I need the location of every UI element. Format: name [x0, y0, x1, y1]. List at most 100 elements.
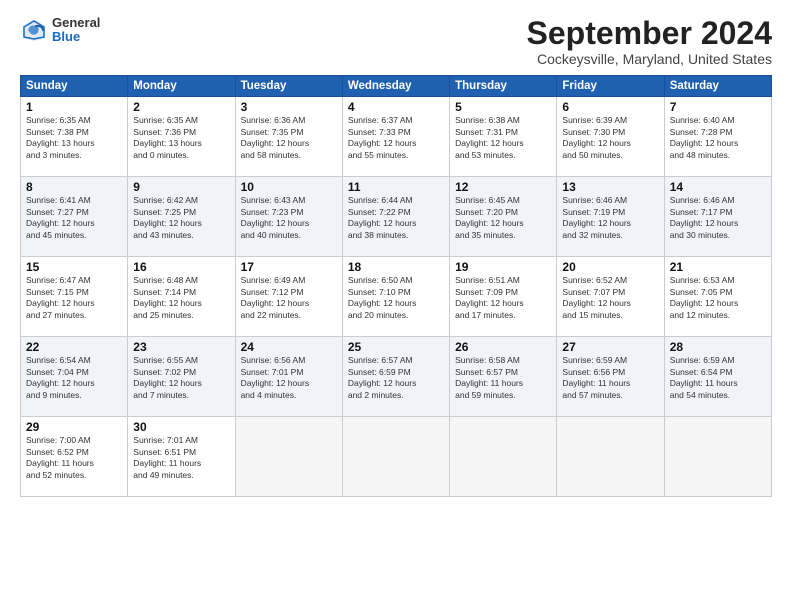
day-info: Sunrise: 6:54 AMSunset: 7:04 PMDaylight:… — [26, 355, 122, 401]
title-block: September 2024 Cockeysville, Maryland, U… — [527, 16, 772, 67]
table-row: 10Sunrise: 6:43 AMSunset: 7:23 PMDayligh… — [235, 177, 342, 257]
day-number: 2 — [133, 100, 229, 114]
day-info: Sunrise: 6:35 AMSunset: 7:36 PMDaylight:… — [133, 115, 229, 161]
table-row: 6Sunrise: 6:39 AMSunset: 7:30 PMDaylight… — [557, 97, 664, 177]
day-info: Sunrise: 6:48 AMSunset: 7:14 PMDaylight:… — [133, 275, 229, 321]
day-number: 20 — [562, 260, 658, 274]
day-number: 11 — [348, 180, 444, 194]
day-number: 22 — [26, 340, 122, 354]
table-row: 26Sunrise: 6:58 AMSunset: 6:57 PMDayligh… — [450, 337, 557, 417]
day-number: 24 — [241, 340, 337, 354]
day-info: Sunrise: 6:52 AMSunset: 7:07 PMDaylight:… — [562, 275, 658, 321]
calendar-row: 15Sunrise: 6:47 AMSunset: 7:15 PMDayligh… — [21, 257, 772, 337]
logo: General Blue — [20, 16, 100, 45]
day-info: Sunrise: 6:51 AMSunset: 7:09 PMDaylight:… — [455, 275, 551, 321]
day-number: 6 — [562, 100, 658, 114]
table-row: 25Sunrise: 6:57 AMSunset: 6:59 PMDayligh… — [342, 337, 449, 417]
day-number: 28 — [670, 340, 766, 354]
table-row — [557, 417, 664, 497]
table-row: 8Sunrise: 6:41 AMSunset: 7:27 PMDaylight… — [21, 177, 128, 257]
day-info: Sunrise: 6:50 AMSunset: 7:10 PMDaylight:… — [348, 275, 444, 321]
day-number: 25 — [348, 340, 444, 354]
table-row: 9Sunrise: 6:42 AMSunset: 7:25 PMDaylight… — [128, 177, 235, 257]
calendar-row: 1Sunrise: 6:35 AMSunset: 7:38 PMDaylight… — [21, 97, 772, 177]
table-row: 13Sunrise: 6:46 AMSunset: 7:19 PMDayligh… — [557, 177, 664, 257]
day-info: Sunrise: 6:38 AMSunset: 7:31 PMDaylight:… — [455, 115, 551, 161]
table-row: 2Sunrise: 6:35 AMSunset: 7:36 PMDaylight… — [128, 97, 235, 177]
day-info: Sunrise: 6:41 AMSunset: 7:27 PMDaylight:… — [26, 195, 122, 241]
logo-icon — [20, 16, 48, 44]
table-row: 3Sunrise: 6:36 AMSunset: 7:35 PMDaylight… — [235, 97, 342, 177]
day-number: 15 — [26, 260, 122, 274]
day-number: 1 — [26, 100, 122, 114]
month-title: September 2024 — [527, 16, 772, 51]
day-info: Sunrise: 6:56 AMSunset: 7:01 PMDaylight:… — [241, 355, 337, 401]
day-number: 16 — [133, 260, 229, 274]
table-row: 30Sunrise: 7:01 AMSunset: 6:51 PMDayligh… — [128, 417, 235, 497]
table-row: 11Sunrise: 6:44 AMSunset: 7:22 PMDayligh… — [342, 177, 449, 257]
day-number: 12 — [455, 180, 551, 194]
day-info: Sunrise: 6:43 AMSunset: 7:23 PMDaylight:… — [241, 195, 337, 241]
header: General Blue September 2024 Cockeysville… — [20, 16, 772, 67]
table-row: 27Sunrise: 6:59 AMSunset: 6:56 PMDayligh… — [557, 337, 664, 417]
col-sunday: Sunday — [21, 76, 128, 97]
col-wednesday: Wednesday — [342, 76, 449, 97]
day-info: Sunrise: 6:46 AMSunset: 7:17 PMDaylight:… — [670, 195, 766, 241]
day-info: Sunrise: 6:55 AMSunset: 7:02 PMDaylight:… — [133, 355, 229, 401]
table-row: 22Sunrise: 6:54 AMSunset: 7:04 PMDayligh… — [21, 337, 128, 417]
table-row: 19Sunrise: 6:51 AMSunset: 7:09 PMDayligh… — [450, 257, 557, 337]
page: General Blue September 2024 Cockeysville… — [0, 0, 792, 612]
calendar-row: 22Sunrise: 6:54 AMSunset: 7:04 PMDayligh… — [21, 337, 772, 417]
day-info: Sunrise: 6:39 AMSunset: 7:30 PMDaylight:… — [562, 115, 658, 161]
day-info: Sunrise: 7:01 AMSunset: 6:51 PMDaylight:… — [133, 435, 229, 481]
day-number: 26 — [455, 340, 551, 354]
day-info: Sunrise: 6:40 AMSunset: 7:28 PMDaylight:… — [670, 115, 766, 161]
table-row: 28Sunrise: 6:59 AMSunset: 6:54 PMDayligh… — [664, 337, 771, 417]
day-number: 7 — [670, 100, 766, 114]
col-thursday: Thursday — [450, 76, 557, 97]
day-info: Sunrise: 6:36 AMSunset: 7:35 PMDaylight:… — [241, 115, 337, 161]
day-info: Sunrise: 6:47 AMSunset: 7:15 PMDaylight:… — [26, 275, 122, 321]
day-info: Sunrise: 6:49 AMSunset: 7:12 PMDaylight:… — [241, 275, 337, 321]
table-row: 5Sunrise: 6:38 AMSunset: 7:31 PMDaylight… — [450, 97, 557, 177]
day-number: 3 — [241, 100, 337, 114]
table-row — [235, 417, 342, 497]
calendar-table: Sunday Monday Tuesday Wednesday Thursday… — [20, 75, 772, 497]
day-number: 13 — [562, 180, 658, 194]
table-row: 20Sunrise: 6:52 AMSunset: 7:07 PMDayligh… — [557, 257, 664, 337]
table-row — [342, 417, 449, 497]
day-info: Sunrise: 6:46 AMSunset: 7:19 PMDaylight:… — [562, 195, 658, 241]
day-number: 23 — [133, 340, 229, 354]
table-row: 23Sunrise: 6:55 AMSunset: 7:02 PMDayligh… — [128, 337, 235, 417]
day-number: 14 — [670, 180, 766, 194]
day-number: 10 — [241, 180, 337, 194]
table-row: 24Sunrise: 6:56 AMSunset: 7:01 PMDayligh… — [235, 337, 342, 417]
table-row — [450, 417, 557, 497]
calendar-body: 1Sunrise: 6:35 AMSunset: 7:38 PMDaylight… — [21, 97, 772, 497]
table-row: 16Sunrise: 6:48 AMSunset: 7:14 PMDayligh… — [128, 257, 235, 337]
day-number: 8 — [26, 180, 122, 194]
location-title: Cockeysville, Maryland, United States — [527, 51, 772, 67]
day-info: Sunrise: 6:53 AMSunset: 7:05 PMDaylight:… — [670, 275, 766, 321]
table-row: 15Sunrise: 6:47 AMSunset: 7:15 PMDayligh… — [21, 257, 128, 337]
table-row: 21Sunrise: 6:53 AMSunset: 7:05 PMDayligh… — [664, 257, 771, 337]
day-number: 30 — [133, 420, 229, 434]
day-number: 29 — [26, 420, 122, 434]
day-number: 9 — [133, 180, 229, 194]
day-number: 17 — [241, 260, 337, 274]
day-info: Sunrise: 6:59 AMSunset: 6:56 PMDaylight:… — [562, 355, 658, 401]
table-row: 17Sunrise: 6:49 AMSunset: 7:12 PMDayligh… — [235, 257, 342, 337]
day-info: Sunrise: 6:59 AMSunset: 6:54 PMDaylight:… — [670, 355, 766, 401]
logo-blue-text: Blue — [52, 30, 100, 44]
day-number: 21 — [670, 260, 766, 274]
day-info: Sunrise: 6:35 AMSunset: 7:38 PMDaylight:… — [26, 115, 122, 161]
logo-text: General Blue — [52, 16, 100, 45]
calendar-row: 29Sunrise: 7:00 AMSunset: 6:52 PMDayligh… — [21, 417, 772, 497]
day-number: 19 — [455, 260, 551, 274]
day-info: Sunrise: 6:58 AMSunset: 6:57 PMDaylight:… — [455, 355, 551, 401]
day-info: Sunrise: 6:57 AMSunset: 6:59 PMDaylight:… — [348, 355, 444, 401]
col-monday: Monday — [128, 76, 235, 97]
table-row: 18Sunrise: 6:50 AMSunset: 7:10 PMDayligh… — [342, 257, 449, 337]
calendar-row: 8Sunrise: 6:41 AMSunset: 7:27 PMDaylight… — [21, 177, 772, 257]
table-row: 14Sunrise: 6:46 AMSunset: 7:17 PMDayligh… — [664, 177, 771, 257]
